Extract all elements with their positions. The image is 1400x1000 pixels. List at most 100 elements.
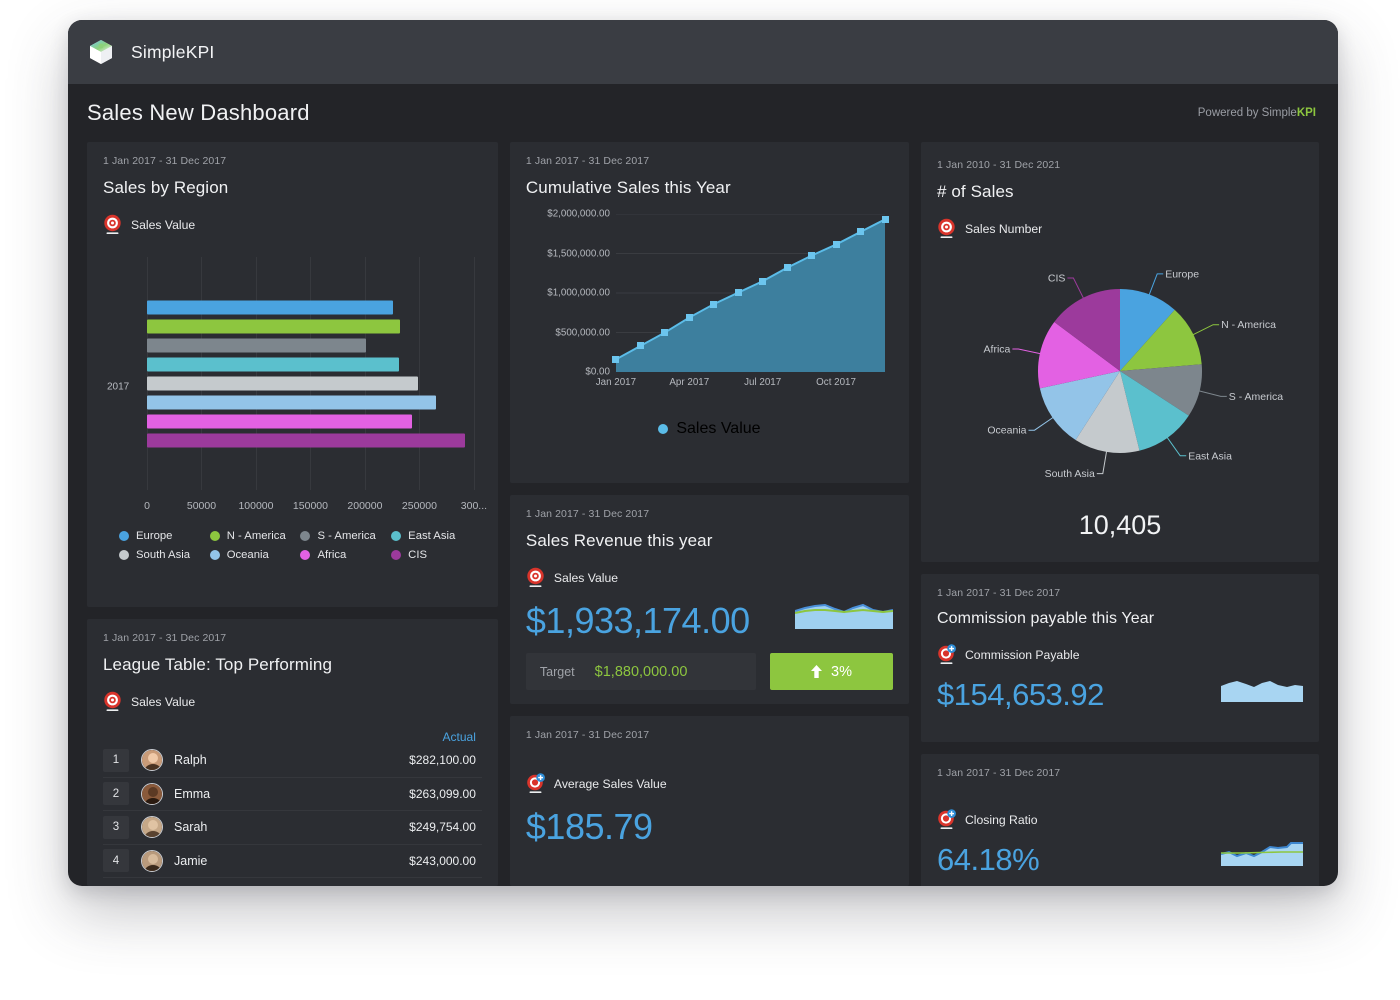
- row-value: $282,100.00: [409, 753, 476, 768]
- dashboard-column-middle: 1 Jan 2017 - 31 Dec 2017 Cumulative Sale…: [509, 142, 909, 886]
- data-point-marker: [636, 342, 644, 350]
- card-average-sales-value: 1 Jan 2017 - 31 Dec 2017 Average Sales V…: [509, 716, 909, 886]
- page-title: Sales New Dashboard: [87, 100, 310, 125]
- card-number-of-sales: 1 Jan 2010 - 31 Dec 2021 # of Sales Sale…: [921, 142, 1319, 562]
- area-chart-y-axis: $0.00 $500,000.00 $1,000,000.00 $1,500,000.…: [526, 209, 610, 378]
- league-table-column-actual: Actual: [442, 730, 476, 744]
- x-tick-label: 300...: [460, 500, 488, 512]
- bar-east-asia: [147, 357, 399, 371]
- svg-text:Oceania: Oceania: [987, 425, 1026, 437]
- svg-text:East Asia: East Asia: [1188, 450, 1232, 462]
- metric-name: Commission Payable: [965, 647, 1080, 662]
- metric-label-row: Closing Ratio: [937, 809, 1303, 830]
- card-title: # of Sales: [937, 182, 1014, 201]
- card-sales-by-region: 1 Jan 2017 - 31 Dec 2017 Sales by Region…: [87, 142, 498, 607]
- avatar: [141, 849, 163, 872]
- data-point-marker: [759, 277, 767, 285]
- legend-item[interactable]: South Asia: [119, 549, 210, 561]
- card-closing-ratio: 1 Jan 2017 - 31 Dec 2017 Closing Ratio 6…: [921, 754, 1319, 886]
- data-point-marker: [612, 355, 620, 363]
- y-tick-label: $2,000,000.00: [547, 208, 610, 220]
- area-chart-x-axis: Jan 2017 Apr 2017 Jul 2017 Oct 2017: [596, 377, 885, 391]
- legend-item[interactable]: Africa: [300, 549, 391, 561]
- metric-name: Sales Value: [131, 217, 196, 232]
- metric-name: Sales Number: [965, 221, 1043, 236]
- bar-n-america: [147, 319, 400, 333]
- metric-label-row: Commission Payable: [937, 644, 1303, 665]
- sparkline-icon: [794, 603, 894, 629]
- svg-text:South Asia: South Asia: [1045, 468, 1095, 480]
- card-daterange: 1 Jan 2017 - 31 Dec 2017: [937, 767, 1061, 779]
- legend-item[interactable]: East Asia: [391, 530, 482, 542]
- legend-item[interactable]: Europe: [119, 530, 210, 542]
- data-point-marker: [685, 313, 693, 321]
- powered-by-label: Powered by SimpleKPI: [1198, 107, 1316, 119]
- card-daterange: 1 Jan 2010 - 31 Dec 2021: [937, 159, 1061, 171]
- row-rank: 1: [103, 748, 129, 772]
- metric-label-row: Sales Value: [103, 214, 482, 235]
- data-point-marker: [808, 251, 816, 259]
- legend-swatch: [300, 531, 311, 541]
- x-tick-label: 50000: [186, 500, 217, 512]
- metric-name: Sales Value: [553, 570, 619, 585]
- row-name: Emma: [174, 786, 211, 801]
- table-row[interactable]: 3 Sarah $249,754.00: [103, 811, 482, 845]
- legend-label: Africa: [317, 549, 347, 561]
- data-point-marker: [857, 228, 865, 236]
- legend-item[interactable]: Oceania: [209, 549, 301, 561]
- pie-total-value: 10,405: [1078, 510, 1162, 540]
- bar-s-america: [147, 338, 367, 352]
- x-tick-label: Jan 2017: [595, 377, 637, 388]
- legend-swatch: [119, 531, 129, 541]
- row-name: Ralph: [174, 753, 207, 768]
- card-league-table: 1 Jan 2017 - 31 Dec 2017 League Table: T…: [87, 619, 498, 886]
- row-value: $243,000.00: [409, 853, 476, 868]
- legend-item[interactable]: N - America: [209, 530, 301, 542]
- delta-value: 3%: [831, 663, 852, 680]
- legend-label: CIS: [408, 549, 428, 561]
- kpi-value: $154,653.92: [937, 677, 1104, 712]
- card-daterange: 1 Jan 2017 - 31 Dec 2017: [103, 155, 227, 167]
- dashboard-column-right: 1 Jan 2010 - 31 Dec 2021 # of Sales Sale…: [921, 142, 1319, 886]
- bar-chart-legend: Europe N - America S - America East Asia Sou…: [103, 530, 482, 561]
- table-row[interactable]: 1 Ralph $282,100.00: [103, 744, 482, 778]
- bar-chart-x-axis: 0 50000 100000 150000 200000 250000 300...: [144, 500, 487, 514]
- delta-badge: 3%: [770, 653, 893, 690]
- bar-chart-plot: [147, 257, 475, 490]
- card-daterange: 1 Jan 2017 - 31 Dec 2017: [525, 729, 650, 741]
- legend-swatch: [119, 550, 129, 560]
- card-title: League Table: Top Performing: [103, 655, 332, 674]
- target-plus-icon: [938, 644, 956, 664]
- x-tick-label: Oct 2017: [816, 377, 856, 388]
- row-rank: 4: [103, 849, 129, 873]
- table-row[interactable]: 4 Jamie $243,000.00: [103, 845, 482, 878]
- target-plus-icon: [527, 773, 545, 793]
- avatar: [141, 782, 163, 805]
- sales-by-region-bar-chart: 2017 0 50000 100000 150000 200000 250000 300..…: [103, 249, 487, 524]
- y-tick-label: $500,000.00: [555, 327, 610, 338]
- metric-name: Average Sales Value: [553, 776, 667, 791]
- legend-item[interactable]: CIS: [391, 549, 482, 561]
- x-tick-label: 200000: [347, 500, 383, 512]
- legend-label: N - America: [226, 530, 286, 542]
- legend-swatch: [658, 424, 669, 434]
- row-value: $249,754.00: [409, 820, 476, 835]
- table-row[interactable]: 2 Emma $263,099.00: [103, 778, 482, 811]
- legend-swatch: [209, 550, 220, 560]
- svg-text:N - America: N - America: [1221, 319, 1276, 331]
- app-name: SimpleKPI: [131, 41, 215, 62]
- card-daterange: 1 Jan 2017 - 31 Dec 2017: [103, 632, 227, 644]
- x-tick-label: 250000: [401, 500, 437, 512]
- svg-text:CIS: CIS: [1048, 273, 1066, 285]
- bar-chart-bars: [147, 300, 474, 447]
- row-name: Sarah: [174, 820, 208, 835]
- sparkline-icon: [1221, 681, 1303, 702]
- card-commission-payable: 1 Jan 2017 - 31 Dec 2017 Commission paya…: [921, 574, 1319, 742]
- target-icon: [527, 567, 544, 587]
- legend-swatch: [300, 550, 311, 560]
- number-of-sales-pie-chart: Europe N - America S - America East Asia Sou…: [984, 268, 1284, 480]
- y-tick-label: $1,000,000.00: [547, 287, 610, 299]
- metric-name: Closing Ratio: [965, 812, 1038, 827]
- card-cumulative-sales: 1 Jan 2017 - 31 Dec 2017 Cumulative Sale…: [509, 142, 909, 483]
- legend-item[interactable]: S - America: [300, 530, 391, 542]
